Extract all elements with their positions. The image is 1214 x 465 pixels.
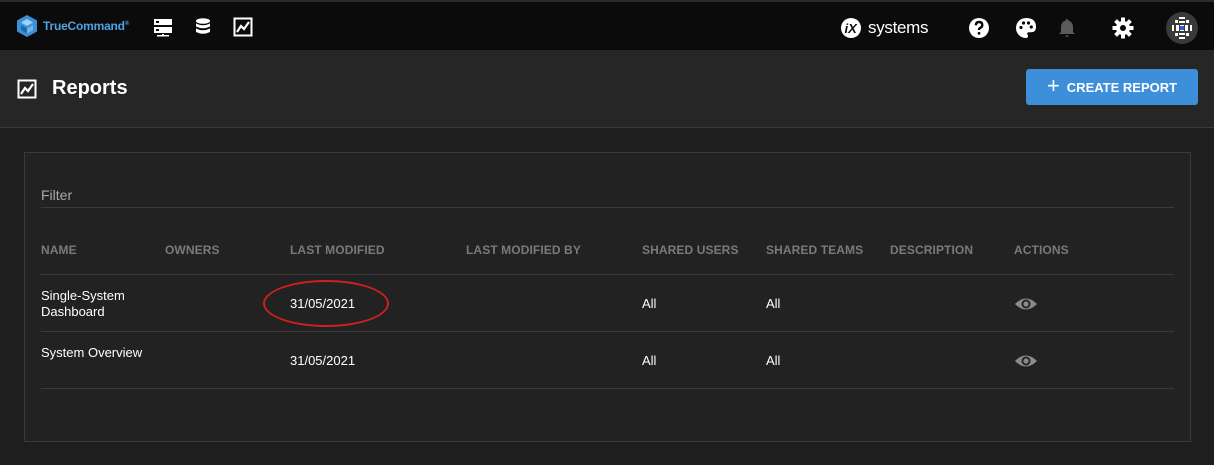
report-shared-teams: All	[766, 296, 781, 311]
report-shared-teams: All	[766, 353, 781, 368]
column-header-last-modified[interactable]: LAST MODIFIED	[290, 243, 385, 257]
column-header-actions: ACTIONS	[1014, 243, 1069, 257]
top-bar: TrueCommand® iX systems	[0, 0, 1214, 50]
report-last-modified: 31/05/2021	[290, 353, 356, 368]
gear-icon[interactable]	[1112, 17, 1134, 39]
create-report-label: CREATE REPORT	[1066, 79, 1178, 95]
report-name: Single-System Dashboard	[41, 288, 125, 319]
filter-underline	[41, 207, 1174, 208]
view-eye-icon[interactable]	[1014, 292, 1038, 316]
create-report-button[interactable]: + CREATE REPORT	[1026, 69, 1198, 105]
bell-icon[interactable]	[1056, 17, 1078, 39]
palette-icon[interactable]	[1015, 17, 1037, 39]
ixsystems-logo-icon: iX	[841, 18, 861, 38]
column-header-last-modified-by[interactable]: LAST MODIFIED BY	[466, 243, 581, 257]
database-icon[interactable]	[193, 17, 213, 37]
annotation-ellipse	[263, 280, 389, 327]
logo-text: TrueCommand®	[43, 19, 130, 33]
table-row[interactable]: Single-System Dashboard 31/05/2021 All A…	[41, 275, 1174, 332]
column-header-name[interactable]: NAME	[41, 243, 77, 257]
help-icon[interactable]	[968, 17, 990, 39]
reports-card: Filter NAME OWNERS LAST MODIFIED LAST MO…	[24, 152, 1191, 442]
reports-chart-icon[interactable]	[233, 17, 253, 37]
page-title: Reports	[52, 77, 128, 99]
row-divider	[41, 388, 1174, 389]
filter-input[interactable]: Filter	[41, 187, 72, 203]
view-eye-icon[interactable]	[1014, 349, 1038, 373]
avatar[interactable]	[1166, 12, 1198, 44]
page-header: Reports + CREATE REPORT	[0, 50, 1214, 128]
ixsystems-text: systems	[868, 18, 929, 37]
table-row[interactable]: System Overview 31/05/2021 All All	[41, 332, 1174, 389]
column-header-shared-users[interactable]: SHARED USERS	[642, 243, 739, 257]
report-name: System Overview	[41, 345, 143, 360]
report-shared-users: All	[642, 296, 657, 311]
servers-icon[interactable]	[153, 17, 173, 37]
column-header-description[interactable]: DESCRIPTION	[890, 243, 973, 257]
column-header-shared-teams[interactable]: SHARED TEAMS	[766, 243, 863, 257]
column-header-owners[interactable]: OWNERS	[165, 243, 220, 257]
reports-chart-icon	[17, 79, 37, 99]
ixsystems-logo: iX systems	[839, 17, 929, 39]
report-shared-users: All	[642, 353, 657, 368]
plus-icon: +	[1046, 73, 1060, 98]
svg-text:iX: iX	[845, 21, 859, 36]
truecommand-logo-icon	[17, 15, 37, 37]
truecommand-logo[interactable]: TrueCommand®	[16, 14, 129, 38]
